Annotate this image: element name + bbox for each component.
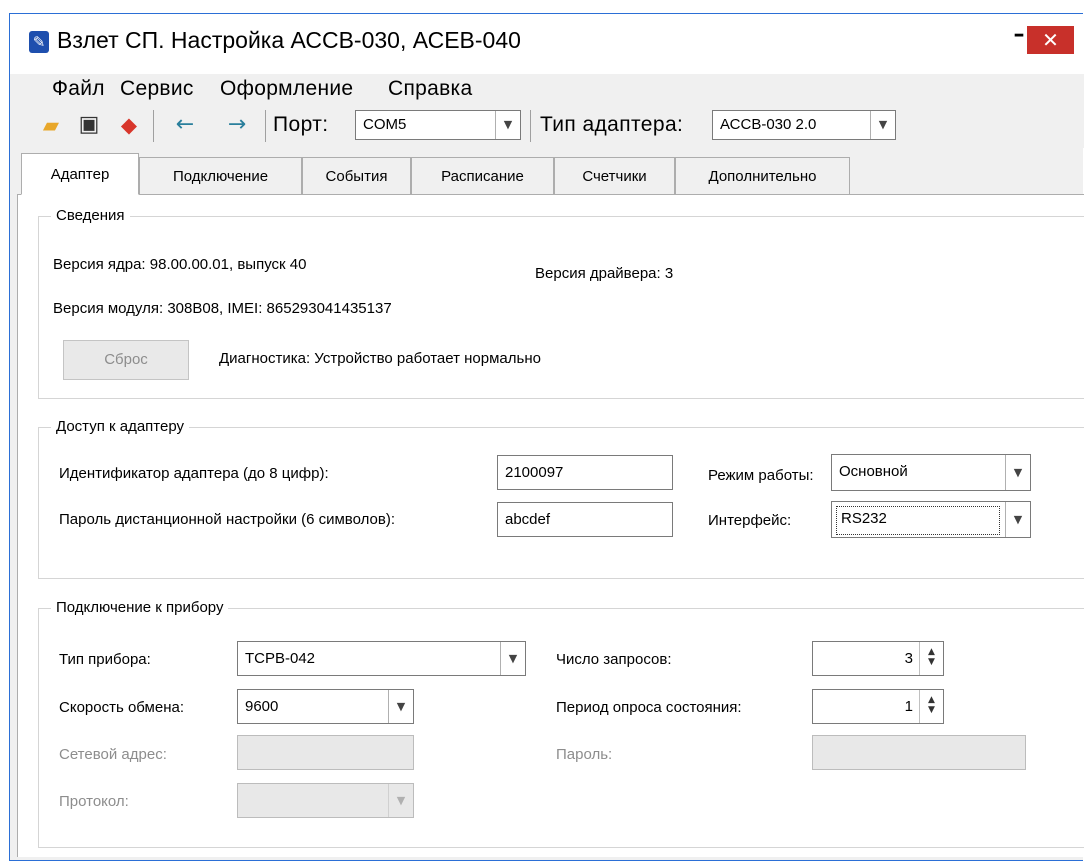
tab-schedule[interactable]: Расписание: [411, 157, 554, 194]
tab-events[interactable]: События: [302, 157, 411, 194]
module-version-text: Версия модуля: 308B08, IMEI: 86529304143…: [53, 300, 392, 317]
interface-select[interactable]: RS232 ▼: [831, 501, 1031, 538]
requests-count-value: 3: [904, 650, 913, 667]
close-button[interactable]: ✕: [1027, 26, 1074, 54]
port-value: COM5: [363, 116, 407, 133]
window-title: Взлет СП. Настройка АССВ-030, АСЕВ-040: [57, 27, 521, 53]
info-group: Сведения Версия ядра: 98.00.00.01, выпус…: [38, 206, 1084, 399]
save-icon[interactable]: ▣: [76, 112, 102, 138]
poll-period-spinner[interactable]: 1 ▲ ▼: [812, 689, 944, 724]
device-type-label: Тип прибора:: [59, 651, 151, 668]
remote-password-input[interactable]: abcdef: [497, 502, 673, 537]
toolbar-separator: [265, 110, 266, 142]
port-select[interactable]: COM5 ▼: [355, 110, 521, 140]
mode-value: Основной: [839, 463, 908, 480]
driver-version-text: Версия драйвера: 3: [535, 265, 674, 282]
device-password-input[interactable]: [812, 735, 1026, 770]
adapter-type-select[interactable]: АССВ-030 2.0 ▼: [712, 110, 896, 140]
device-group: Подключение к прибору Тип прибора: ТСРВ-…: [38, 598, 1084, 848]
forward-arrow-icon[interactable]: →: [224, 112, 250, 138]
requests-count-spinner[interactable]: 3 ▲ ▼: [812, 641, 944, 676]
network-address-label: Сетевой адрес:: [59, 746, 167, 763]
chevron-down-icon: ▼: [388, 784, 413, 817]
device-password-label: Пароль:: [556, 746, 613, 763]
chevron-down-icon: ▼: [388, 690, 413, 723]
menu-file[interactable]: Файл: [52, 74, 105, 104]
protocol-select[interactable]: ▼: [237, 783, 414, 818]
tab-counters[interactable]: Счетчики: [554, 157, 675, 194]
spinner-arrows-icon[interactable]: ▲ ▼: [919, 690, 943, 723]
core-version-text: Версия ядра: 98.00.00.01, выпуск 40: [53, 256, 307, 273]
requests-count-label: Число запросов:: [556, 651, 672, 668]
menu-bar: Файл Сервис Оформление Справка: [10, 74, 1084, 104]
baud-rate-select[interactable]: 9600 ▼: [237, 689, 414, 724]
access-group-title: Доступ к адаптеру: [51, 417, 190, 437]
mode-label: Режим работы:: [708, 467, 814, 484]
interface-label: Интерфейс:: [708, 512, 792, 529]
toolbar-separator: [153, 110, 154, 142]
spinner-arrows-icon[interactable]: ▲ ▼: [919, 642, 943, 675]
info-group-title: Сведения: [51, 206, 130, 226]
adapter-id-input[interactable]: 2100097: [497, 455, 673, 490]
tab-additional[interactable]: Дополнительно: [675, 157, 850, 194]
remote-password-label: Пароль дистанционной настройки (6 символ…: [59, 511, 396, 528]
adapter-id-label: Идентификатор адаптера (до 8 цифр):: [59, 465, 329, 482]
menu-service[interactable]: Сервис: [120, 74, 194, 104]
poll-period-value: 1: [904, 698, 913, 715]
device-type-value: ТСРВ-042: [245, 650, 316, 667]
device-type-select[interactable]: ТСРВ-042 ▼: [237, 641, 526, 676]
chevron-down-icon: ▼: [870, 111, 895, 139]
access-group: Доступ к адаптеру Идентификатор адаптера…: [38, 417, 1084, 579]
chevron-down-icon: ▼: [1005, 455, 1030, 490]
baud-rate-label: Скорость обмена:: [59, 699, 184, 716]
network-address-input[interactable]: [237, 735, 414, 770]
menu-design[interactable]: Оформление: [220, 74, 353, 104]
chevron-down-icon: ▼: [1005, 502, 1030, 537]
tab-connection[interactable]: Подключение: [139, 157, 302, 194]
tab-adapter[interactable]: Адаптер: [21, 153, 139, 195]
open-folder-icon[interactable]: ▰: [38, 112, 64, 138]
adapter-type-value: АССВ-030 2.0: [720, 116, 817, 133]
baud-rate-value: 9600: [245, 698, 279, 715]
eraser-icon[interactable]: ◆: [116, 112, 142, 138]
chevron-down-icon: ▼: [495, 111, 520, 139]
protocol-label: Протокол:: [59, 793, 129, 810]
poll-period-label: Период опроса состояния:: [556, 699, 742, 716]
device-group-title: Подключение к прибору: [51, 598, 229, 618]
diagnostics-text: Диагностика: Устройство работает нормаль…: [219, 350, 541, 367]
adapter-type-label: Тип адаптера:: [540, 113, 684, 136]
back-arrow-icon[interactable]: ←: [172, 112, 198, 138]
reset-button[interactable]: Сброс: [63, 340, 189, 380]
tab-panel-adapter: Сведения Версия ядра: 98.00.00.01, выпус…: [17, 195, 1084, 857]
minimize-button[interactable]: –: [1010, 24, 1028, 48]
menu-help[interactable]: Справка: [388, 74, 472, 104]
mode-select[interactable]: Основной ▼: [831, 454, 1031, 491]
port-label: Порт:: [273, 113, 329, 136]
app-logo-icon: ✎: [29, 31, 49, 53]
toolbar-separator: [530, 110, 531, 142]
chevron-down-icon: ▼: [500, 642, 525, 675]
focus-rectangle: [836, 506, 1000, 535]
toolbar: ▰ ▣ ◆ ← → Порт: COM5 ▼ Тип адаптера: АСС…: [10, 104, 1084, 148]
